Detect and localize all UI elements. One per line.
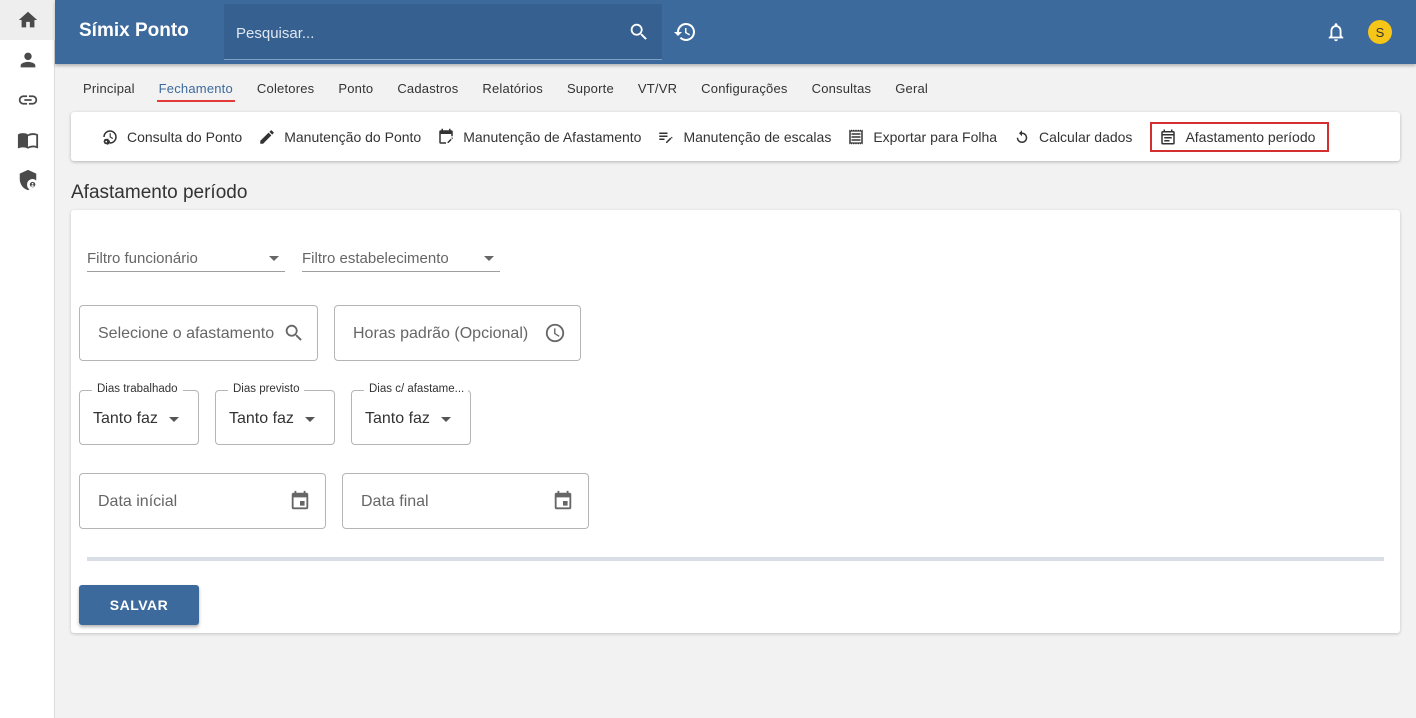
rail-item-security[interactable]	[0, 160, 55, 200]
rail-item-link[interactable]	[0, 80, 55, 120]
menu-item-geral[interactable]: Geral	[883, 74, 940, 102]
search-icon[interactable]	[283, 322, 305, 344]
home-icon	[18, 11, 37, 28]
filtro-estabelecimento-select[interactable]: Filtro estabelecimento	[302, 244, 500, 272]
list-edit-icon	[659, 132, 673, 143]
menu-item-fechamento[interactable]: Fechamento	[147, 74, 245, 102]
dias-trabalhado-select[interactable]: Dias trabalhado Tanto faz	[79, 383, 199, 445]
chevron-down-icon	[484, 256, 494, 261]
filtro-funcionario-select[interactable]: Filtro funcionário	[87, 244, 285, 272]
chevron-down-icon	[269, 256, 279, 261]
main-menu: Principal Fechamento Coletores Ponto Cad…	[71, 74, 940, 104]
dias-afastamento-value: Tanto faz	[365, 410, 430, 427]
data-final-field[interactable]: Data final	[342, 473, 589, 529]
filtro-funcionario-label: Filtro funcionário	[87, 250, 198, 267]
page-title: Afastamento período	[71, 182, 248, 203]
calendar-icon[interactable]	[552, 490, 574, 512]
submenu-label: Consulta do Ponto	[127, 128, 243, 145]
progress-bar	[87, 557, 1384, 561]
link-icon	[18, 95, 37, 105]
clock-icon[interactable]	[544, 322, 566, 344]
submenu-manutencao-de-escalas[interactable]: Manutenção de escalas	[655, 123, 833, 151]
save-button[interactable]: SALVAR	[79, 585, 199, 625]
submenu-label: Manutenção de Afastamento	[463, 128, 642, 145]
book-icon	[17, 133, 38, 149]
menu-item-coletores[interactable]: Coletores	[245, 74, 326, 102]
person-icon	[20, 52, 35, 68]
rail-item-book[interactable]	[0, 120, 55, 160]
submenu-consulta-do-ponto[interactable]: Consulta do Ponto	[99, 123, 244, 151]
calendar-icon[interactable]	[289, 490, 311, 512]
calendar-icon	[1161, 129, 1176, 144]
rail-item-home[interactable]	[0, 0, 55, 40]
chevron-down-icon	[169, 417, 179, 422]
history-icon[interactable]	[673, 20, 697, 44]
submenu-label: Calcular dados	[1039, 128, 1133, 145]
menu-item-suporte[interactable]: Suporte	[555, 74, 626, 102]
pencil-icon	[260, 129, 274, 144]
notifications-bell-icon[interactable]	[1325, 21, 1347, 43]
submenu-afastamento-periodo[interactable]: Afastamento período	[1150, 121, 1330, 152]
submenu-label: Exportar para Folha	[873, 128, 998, 145]
menu-item-principal[interactable]: Principal	[71, 74, 147, 102]
dias-previsto-select[interactable]: Dias previsto Tanto faz	[215, 383, 335, 445]
menu-item-consultas[interactable]: Consultas	[800, 74, 884, 102]
dias-afastamento-label: Dias c/ afastame...	[364, 383, 468, 395]
filtro-estabelecimento-label: Filtro estabelecimento	[302, 250, 449, 267]
clock-settings-icon	[103, 129, 117, 145]
submenu-manutencao-do-ponto[interactable]: Manutenção do Ponto	[256, 123, 423, 151]
submenu-toolbar: Consulta do Ponto Manutenção do Ponto Ma…	[71, 112, 1400, 161]
receipt-icon	[849, 129, 864, 144]
app-title[interactable]: Símix Ponto	[79, 20, 189, 42]
submenu-label: Afastamento período	[1185, 128, 1316, 145]
submenu-calcular-dados[interactable]: Calcular dados	[1011, 123, 1134, 151]
search-placeholder: Pesquisar...	[236, 25, 315, 42]
refresh-icon	[1016, 129, 1028, 143]
submenu-label: Manutenção do Ponto	[284, 128, 422, 145]
menu-item-cadastros[interactable]: Cadastros	[385, 74, 470, 102]
data-inicial-field[interactable]: Data inícial	[79, 473, 326, 529]
menu-item-relatorios[interactable]: Relatórios	[470, 74, 555, 102]
submenu-manutencao-de-afastamento[interactable]: Manutenção de Afastamento	[435, 123, 643, 151]
chevron-down-icon	[305, 417, 315, 422]
dias-trabalhado-value: Tanto faz	[93, 410, 158, 427]
dias-trabalhado-label: Dias trabalhado	[92, 383, 183, 395]
dias-previsto-value: Tanto faz	[229, 410, 294, 427]
calendar-edit-icon	[439, 128, 454, 144]
user-avatar[interactable]: S	[1368, 20, 1392, 44]
submenu-exportar-para-folha[interactable]: Exportar para Folha	[845, 123, 999, 151]
horas-placeholder: Horas padrão (Opcional)	[353, 325, 529, 342]
left-rail	[0, 0, 55, 718]
chevron-down-icon	[441, 417, 451, 422]
dias-afastamento-select[interactable]: Dias c/ afastame... Tanto faz	[351, 383, 471, 445]
submenu-label: Manutenção de escalas	[683, 128, 832, 145]
dias-previsto-label: Dias previsto	[228, 383, 305, 395]
security-icon	[19, 169, 36, 191]
data-inicial-placeholder: Data inícial	[98, 493, 178, 510]
search-icon[interactable]	[628, 21, 650, 43]
afastamento-placeholder: Selecione o afastamento	[98, 325, 275, 342]
horas-padrao-field[interactable]: Horas padrão (Opcional)	[334, 305, 581, 361]
rail-item-person[interactable]	[0, 40, 55, 80]
menu-item-vtvr[interactable]: VT/VR	[626, 74, 689, 102]
search-input[interactable]: Pesquisar...	[224, 4, 662, 60]
menu-item-ponto[interactable]: Ponto	[326, 74, 385, 102]
top-app-bar: Símix Ponto Pesquisar... S	[55, 0, 1416, 64]
afastamento-search-field[interactable]: Selecione o afastamento	[79, 305, 318, 361]
data-final-placeholder: Data final	[361, 493, 429, 510]
form-card: Filtro funcionário Filtro estabeleciment…	[71, 210, 1400, 633]
menu-item-configuracoes[interactable]: Configurações	[689, 74, 799, 102]
